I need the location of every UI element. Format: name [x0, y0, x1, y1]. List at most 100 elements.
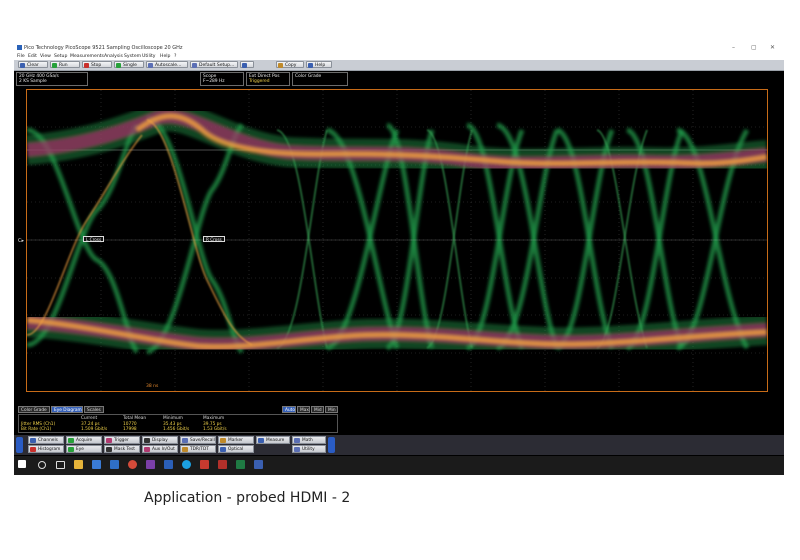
mask-test-icon — [106, 447, 112, 452]
measure-button[interactable]: Measure — [256, 436, 290, 444]
save-recall-icon — [182, 438, 188, 443]
file-explorer-icon[interactable] — [74, 460, 83, 469]
l-cross-marker[interactable]: L Cross — [83, 236, 105, 242]
histogram-button[interactable]: Histogram — [28, 445, 64, 453]
window-title: Pico Technology PicoScope 9521 Sampling … — [24, 45, 183, 51]
acrobat-icon[interactable] — [218, 460, 227, 469]
optical-button[interactable]: Optical — [218, 445, 254, 453]
chrome-icon[interactable] — [128, 460, 137, 469]
eye-diagram-svg — [27, 90, 767, 391]
stop-icon — [84, 63, 89, 68]
menu-edit[interactable]: Edit — [28, 54, 37, 59]
tab-max[interactable]: Max — [297, 406, 310, 413]
tab-mid[interactable]: Mid — [311, 406, 324, 413]
channels-icon — [30, 438, 36, 443]
utility-button[interactable]: Utility — [292, 445, 326, 453]
store-icon[interactable] — [92, 460, 101, 469]
copy-icon — [278, 63, 283, 68]
right-scroll-handle[interactable] — [328, 437, 335, 453]
word-icon[interactable] — [164, 460, 173, 469]
search-icon[interactable] — [38, 461, 46, 469]
header-total-mean: Total Mean — [123, 416, 147, 421]
menu-measurements[interactable]: Measurements — [70, 54, 104, 59]
display-mode-info[interactable]: Color Grade — [292, 72, 348, 86]
menu-view[interactable]: View — [40, 54, 51, 59]
pdf-icon[interactable] — [200, 460, 209, 469]
excel-icon[interactable] — [236, 460, 245, 469]
menu-system[interactable]: System — [124, 54, 141, 59]
left-scroll-handle[interactable] — [16, 437, 23, 453]
skype-icon[interactable] — [182, 460, 191, 469]
header-minimum: Minimum — [163, 416, 183, 421]
default-setup-button[interactable]: Default Setup... — [190, 61, 238, 68]
menu-setup[interactable]: Setup — [54, 54, 67, 59]
save-recall-button[interactable]: Save/Recall — [180, 436, 216, 444]
eye-button[interactable]: Eye — [66, 445, 102, 453]
picoscope-icon[interactable] — [254, 460, 263, 469]
r-cross-marker[interactable]: R Cross — [203, 236, 225, 242]
mail-icon[interactable] — [110, 460, 119, 469]
eye-icon — [68, 447, 74, 452]
copy-button[interactable]: Copy — [276, 61, 304, 68]
trigger-button[interactable]: Trigger — [104, 436, 140, 444]
menu-bar: File Edit View Setup Measurements Analys… — [14, 53, 784, 60]
menu-file[interactable]: File — [17, 54, 25, 59]
trigger-icon — [106, 438, 112, 443]
title-bar: Pico Technology PicoScope 9521 Sampling … — [14, 43, 784, 53]
single-button[interactable]: Single — [114, 61, 144, 68]
bottom-button-bar: Channels Acquire Trigger Display Save/Re… — [14, 435, 784, 455]
autoscale-icon — [148, 63, 153, 68]
acquire-button[interactable]: Acquire — [66, 436, 102, 444]
tab-scales[interactable]: Scales — [84, 406, 104, 413]
acquire-icon — [68, 438, 74, 443]
row-name: Bit Rate (Ch1) — [21, 427, 52, 432]
timebase-info[interactable]: 20 GHz 400 GSa/s 2 KS Sample — [16, 72, 88, 86]
close-button[interactable]: ✕ — [770, 44, 775, 51]
tab-eye-diagram[interactable]: Eye Diagram — [51, 406, 83, 413]
tab-min[interactable]: Min — [325, 406, 338, 413]
tab-color-grade[interactable]: Color Grade — [18, 406, 50, 413]
tdr-tdt-button[interactable]: TDR/TDT — [180, 445, 216, 453]
stop-button[interactable]: Stop — [82, 61, 112, 68]
mask-test-button[interactable]: Mask Test — [104, 445, 140, 453]
menu-utility[interactable]: Utility — [142, 54, 156, 59]
toolbar-extra-button[interactable] — [240, 61, 254, 68]
row-value: 1.456 Gbit/s — [163, 427, 190, 432]
run-button[interactable]: Run — [50, 61, 80, 68]
maximize-button[interactable]: ▢ — [751, 44, 757, 51]
math-button[interactable]: Math — [292, 436, 326, 444]
display-icon — [144, 438, 150, 443]
channel-marker: C▸ — [18, 238, 25, 244]
tab-auto[interactable]: Auto — [282, 406, 296, 413]
row-value: 17998 — [123, 427, 137, 432]
refresh-icon — [242, 63, 247, 68]
onenote-icon[interactable] — [146, 460, 155, 469]
oscilloscope-screenshot: Pico Technology PicoScope 9521 Sampling … — [14, 43, 784, 475]
channels-button[interactable]: Channels — [28, 436, 64, 444]
info-bar: 20 GHz 400 GSa/s 2 KS Sample Scope F~289… — [14, 71, 784, 87]
menu-question[interactable]: ? — [174, 54, 176, 59]
measure-icon — [258, 438, 264, 443]
optical-icon — [220, 447, 226, 452]
tdr-icon — [182, 447, 188, 452]
aux-in-out-button[interactable]: Aux In/Out — [142, 445, 178, 453]
windows-icon[interactable] — [18, 460, 26, 468]
marker-button[interactable]: Marker — [218, 436, 254, 444]
minimize-button[interactable]: – — [732, 44, 735, 51]
measurements-table: Current Total Mean Minimum Maximum Jitte… — [18, 414, 338, 433]
header-maximum: Maximum — [203, 416, 225, 421]
help-button[interactable]: Help — [306, 61, 332, 68]
autoscale-button[interactable]: Autoscale... — [146, 61, 188, 68]
clear-button[interactable]: Clear — [18, 61, 48, 68]
scope-info[interactable]: Scope F~289 Hz — [200, 72, 244, 86]
lower-rail — [27, 307, 767, 360]
menu-help[interactable]: Help — [160, 54, 170, 59]
windows-taskbar — [14, 456, 784, 475]
display-button[interactable]: Display — [142, 436, 178, 444]
eye-diagram-plot[interactable]: L Cross R Cross — [26, 89, 768, 392]
histogram-icon — [30, 447, 36, 452]
aux-icon — [144, 447, 150, 452]
menu-analysis[interactable]: Analysis — [104, 54, 123, 59]
trigger-info[interactable]: Ext Direct Pos Triggered — [246, 72, 290, 86]
task-view-icon[interactable] — [56, 461, 65, 469]
